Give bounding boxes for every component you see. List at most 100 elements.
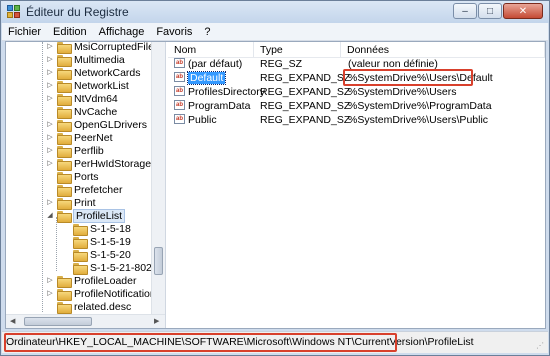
tree-guide-line (42, 42, 43, 312)
folder-icon (57, 54, 72, 67)
tree-item-label: NvCache (74, 105, 118, 118)
value-type: REG_EXPAND_SZ (260, 72, 351, 84)
menu-edition[interactable]: Edition (47, 26, 93, 38)
menu-favoris[interactable]: Favoris (150, 26, 198, 38)
tree-item-label: Prefetcher (74, 183, 123, 196)
value-row[interactable]: ab Public REG_EXPAND_SZ %SystemDrive%\Users… (168, 114, 545, 127)
close-button[interactable]: ✕ (503, 3, 543, 19)
minimize-button[interactable]: – (453, 3, 477, 19)
tree-horizontal-scroll-thumb[interactable] (24, 317, 92, 326)
tree-item-label: ProfileList (72, 208, 126, 223)
value-data: %SystemDrive%\Users (348, 86, 457, 98)
collapsed-arrow-icon (46, 173, 54, 181)
column-header-type[interactable]: Type (254, 42, 341, 57)
value-type: REG_EXPAND_SZ (260, 86, 351, 98)
tree-vertical-scroll-thumb[interactable] (154, 247, 163, 275)
tree-item-label: S-1-5-18 (90, 222, 131, 235)
value-row[interactable]: ab ProgramData REG_EXPAND_SZ %SystemDrive%\… (168, 100, 545, 113)
expanded-arrow-icon[interactable]: ◢ (46, 212, 54, 220)
folder-icon (57, 67, 72, 80)
folder-icon (57, 42, 72, 54)
tree-horizontal-scrollbar[interactable]: ◀ ▶ (6, 314, 165, 328)
folder-icon (57, 93, 72, 106)
tree-item[interactable]: ▷ NtVdm64 (46, 92, 118, 106)
tree-item[interactable]: ▷ NetworkCards (46, 66, 141, 80)
highlight-box-default-data (343, 69, 473, 86)
collapsed-arrow-icon[interactable]: ▷ (46, 199, 54, 207)
folder-icon (57, 301, 72, 314)
maximize-button[interactable]: □ (478, 3, 502, 19)
menu-bar: Fichier Edition Affichage Favoris ? (2, 23, 548, 41)
tree-item[interactable]: ▷ ProfileLoader (46, 274, 137, 288)
tree-item[interactable]: Ports (46, 170, 99, 184)
value-row[interactable]: ab ProfilesDirectory REG_EXPAND_SZ %SystemD… (168, 86, 545, 99)
collapsed-arrow-icon (46, 186, 54, 194)
value-name: ProfilesDirectory (188, 86, 266, 98)
tree-item[interactable]: ▷ Multimedia (46, 53, 125, 67)
highlight-box-status-path (4, 333, 397, 352)
tree-item[interactable]: ▷ PerHwIdStorage (46, 157, 151, 171)
tree-item[interactable]: ▷ PeerNet (46, 131, 113, 145)
tree-item-label: ProfileLoader (74, 274, 137, 287)
tree-item-label: NetworkCards (74, 66, 141, 79)
collapsed-arrow-icon[interactable]: ▷ (46, 43, 54, 51)
value-name: Default (186, 71, 227, 85)
collapsed-arrow-icon[interactable]: ▷ (46, 290, 54, 298)
tree-item[interactable]: Prefetcher (46, 183, 123, 197)
value-type: REG_SZ (260, 58, 303, 70)
tree-item[interactable]: ▷ Perflib (46, 144, 104, 158)
collapsed-arrow-icon[interactable]: ▷ (46, 277, 54, 285)
column-header-name[interactable]: Nom (168, 42, 254, 57)
collapsed-arrow-icon (46, 108, 54, 116)
menu-affichage[interactable]: Affichage (93, 26, 151, 38)
folder-icon (57, 275, 72, 288)
collapsed-arrow-icon (62, 264, 70, 272)
folder-icon (73, 249, 88, 262)
folder-icon (57, 119, 72, 132)
tree-item[interactable]: ▷ Print (46, 196, 96, 210)
tree-item[interactable]: NvCache (46, 105, 118, 119)
collapsed-arrow-icon[interactable]: ▷ (46, 82, 54, 90)
column-header-data[interactable]: Données (341, 42, 545, 57)
collapsed-arrow-icon (62, 238, 70, 246)
collapsed-arrow-icon[interactable]: ▷ (46, 121, 54, 129)
collapsed-arrow-icon[interactable]: ▷ (46, 134, 54, 142)
tree-item-label: Print (74, 196, 96, 209)
value-data: %SystemDrive%\Users\Public (348, 114, 489, 126)
value-name: Public (188, 114, 217, 126)
scroll-right-arrow-icon[interactable]: ▶ (154, 317, 159, 325)
menu-help[interactable]: ? (198, 26, 216, 38)
value-type: REG_EXPAND_SZ (260, 100, 351, 112)
tree-item[interactable]: ▷ OpenGLDrivers (46, 118, 147, 132)
tree-item[interactable]: ▷MsiCorruptedFileReco (46, 42, 165, 54)
scroll-left-arrow-icon[interactable]: ◀ (10, 317, 15, 325)
string-value-icon: ab (174, 114, 185, 124)
tree-item[interactable]: S-1-5-18 (62, 222, 131, 236)
tree-item[interactable]: related.desc (46, 300, 131, 314)
collapsed-arrow-icon (62, 251, 70, 259)
collapsed-arrow-icon[interactable]: ▷ (46, 147, 54, 155)
key-tree-pane: ▷MsiCorruptedFileReco▷Multimedia▷Network… (6, 42, 166, 328)
menu-fichier[interactable]: Fichier (2, 26, 47, 38)
title-bar[interactable]: Éditeur du Registre – □ ✕ (1, 1, 549, 23)
folder-icon (57, 106, 72, 119)
collapsed-arrow-icon[interactable]: ▷ (46, 56, 54, 64)
tree-item[interactable]: ◢ ProfileList (46, 208, 126, 223)
tree-guide-line-child (56, 217, 57, 271)
tree-item[interactable]: S-1-5-19 (62, 235, 131, 249)
folder-icon (57, 197, 72, 210)
folder-icon (57, 145, 72, 158)
collapsed-arrow-icon[interactable]: ▷ (46, 160, 54, 168)
tree-item-label: S-1-5-19 (90, 235, 131, 248)
tree-item[interactable]: ▷ ProfileNotification (46, 287, 156, 301)
tree-item-label: Ports (74, 170, 99, 183)
collapsed-arrow-icon[interactable]: ▷ (46, 95, 54, 103)
collapsed-arrow-icon[interactable]: ▷ (46, 69, 54, 77)
tree-vertical-scrollbar[interactable] (151, 42, 165, 328)
tree-item-label: OpenGLDrivers (74, 118, 147, 131)
tree-item[interactable]: ▷ NetworkList (46, 79, 129, 93)
collapsed-arrow-icon (62, 225, 70, 233)
tree-item-label: Multimedia (74, 53, 125, 66)
resize-grip-icon[interactable]: ⋰ (536, 341, 546, 351)
tree-item[interactable]: S-1-5-20 (62, 248, 131, 262)
